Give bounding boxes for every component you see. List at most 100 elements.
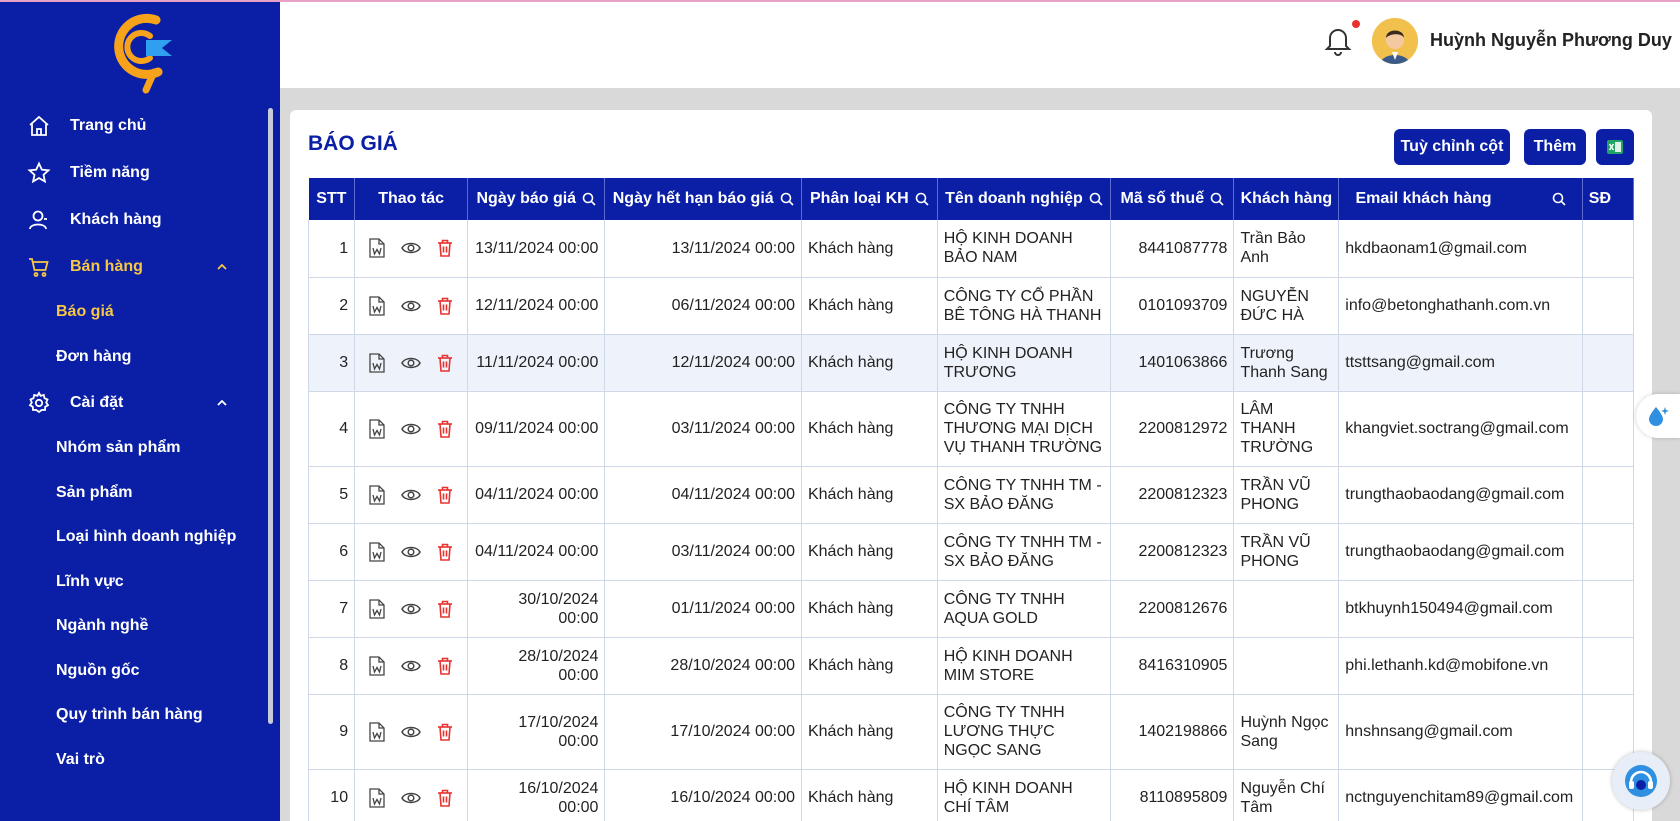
trash-icon[interactable]: [437, 354, 453, 372]
sidebar-subitem-industry[interactable]: Ngành nghề: [0, 604, 268, 649]
word-file-icon[interactable]: [369, 598, 385, 619]
cell-tax-code: 2200812323: [1110, 523, 1235, 581]
eye-icon[interactable]: [401, 725, 421, 739]
eye-icon[interactable]: [401, 299, 421, 313]
col-header-email[interactable]: Email khách hàng: [1338, 178, 1583, 220]
trash-icon[interactable]: [437, 543, 453, 561]
star-icon: [26, 160, 52, 186]
floating-tool-button[interactable]: [1636, 394, 1680, 438]
col-header-phone[interactable]: SĐ: [1582, 178, 1634, 220]
export-excel-button[interactable]: [1596, 129, 1634, 165]
cell-actions: [354, 466, 469, 524]
sidebar-subitem-quote[interactable]: Báo giá: [0, 290, 268, 335]
table-row[interactable]: 6 04/11/2024 00:00 03/11/2024 00:00 Khác…: [308, 523, 1634, 581]
search-icon[interactable]: [780, 192, 794, 206]
water-drop-icon: [1649, 407, 1669, 426]
eye-icon[interactable]: [401, 545, 421, 559]
search-icon[interactable]: [582, 192, 596, 206]
cell-stt: 3: [308, 334, 356, 392]
col-header-stt[interactable]: STT: [308, 178, 356, 220]
table-row[interactable]: 8 28/10/2024 00:00 28/10/2024 00:00 Khác…: [308, 637, 1634, 695]
cell-tax-code: 8416310905: [1110, 637, 1235, 695]
sidebar-subitem-sales-process[interactable]: Quy trình bán hàng: [0, 693, 268, 738]
eye-icon[interactable]: [401, 488, 421, 502]
word-file-icon[interactable]: [369, 238, 385, 258]
trash-icon[interactable]: [437, 420, 453, 438]
sidebar-scrollbar[interactable]: [268, 108, 273, 724]
table-row[interactable]: 9 17/10/2024 00:00 17/10/2024 00:00 Khác…: [308, 694, 1634, 770]
sidebar-subitem-role[interactable]: Vai trò: [0, 738, 268, 783]
word-file-icon[interactable]: [369, 418, 385, 439]
search-icon[interactable]: [1210, 192, 1224, 206]
table-row[interactable]: 1 13/11/2024 00:00 13/11/2024 00:00 Khác…: [308, 220, 1634, 278]
cell-tax-code: 1401063866: [1110, 334, 1235, 392]
word-file-icon[interactable]: [369, 352, 385, 373]
search-icon[interactable]: [1089, 192, 1103, 206]
sidebar-item-label: Bán hàng: [70, 257, 143, 275]
trash-icon[interactable]: [437, 600, 453, 618]
sidebar-subitem-product-group[interactable]: Nhóm sản phẩm: [0, 426, 268, 471]
eye-icon[interactable]: [401, 241, 421, 255]
col-header-expiry-date[interactable]: Ngày hết hạn báo giá: [604, 178, 802, 220]
cell-company: HỘ KINH DOANH BẢO NAM: [937, 220, 1112, 278]
eye-icon[interactable]: [401, 791, 421, 805]
word-file-icon[interactable]: [369, 484, 385, 505]
cell-company: HỘ KINH DOANH MIM STORE: [937, 637, 1112, 695]
table-row[interactable]: 5 04/11/2024 00:00 04/11/2024 00:00 Khác…: [308, 466, 1634, 524]
trash-icon[interactable]: [437, 239, 453, 258]
word-file-icon[interactable]: [369, 541, 385, 562]
user-icon: [26, 207, 52, 233]
word-file-icon[interactable]: [369, 655, 385, 676]
add-button[interactable]: Thêm: [1524, 129, 1586, 165]
col-header-customer-type[interactable]: Phân loại KH: [801, 178, 938, 220]
sidebar-item-settings[interactable]: Cài đặt: [0, 379, 268, 426]
cell-company: CÔNG TY TNHH TM - SX BẢO ĐĂNG: [937, 523, 1112, 581]
sidebar-item-sales[interactable]: Bán hàng: [0, 243, 268, 290]
sidebar-subitem-source[interactable]: Nguồn gốc: [0, 649, 268, 694]
sidebar-subitem-field[interactable]: Lĩnh vực: [0, 560, 268, 605]
helpdesk-button[interactable]: [1612, 752, 1670, 810]
trash-icon[interactable]: [437, 789, 453, 807]
avatar[interactable]: [1372, 18, 1418, 64]
chevron-up-icon[interactable]: [216, 261, 228, 273]
eye-icon[interactable]: [401, 422, 421, 436]
cell-expiry-date: 16/10/2024 00:00: [604, 769, 802, 821]
chevron-up-icon[interactable]: [216, 397, 228, 409]
sidebar-item-home[interactable]: Trang chủ: [0, 102, 268, 149]
sidebar-subitem-business-type[interactable]: Loại hình doanh nghiệp: [0, 515, 268, 560]
col-header-customer[interactable]: Khách hàng: [1233, 178, 1340, 220]
col-header-tax-code[interactable]: Mã số thuế: [1110, 178, 1235, 220]
cell-phone: [1582, 580, 1634, 638]
col-header-company[interactable]: Tên doanh nghiệp: [937, 178, 1112, 220]
bell-icon[interactable]: [1324, 24, 1352, 56]
sidebar-item-customers[interactable]: Khách hàng: [0, 196, 268, 243]
cell-customer: NGUYỄN ĐỨC HÀ: [1233, 277, 1340, 335]
word-file-icon[interactable]: [369, 721, 385, 742]
trash-icon[interactable]: [437, 657, 453, 675]
brand-logo-icon[interactable]: [106, 10, 178, 94]
customize-columns-button[interactable]: Tuỳ chỉnh cột: [1394, 129, 1510, 165]
eye-icon[interactable]: [401, 659, 421, 673]
sidebar-item-potential[interactable]: Tiềm năng: [0, 149, 268, 196]
table-row[interactable]: 2 12/11/2024 00:00 06/11/2024 00:00 Khác…: [308, 277, 1634, 335]
eye-icon[interactable]: [401, 356, 421, 370]
user-name[interactable]: Huỳnh Nguyễn Phương Duy: [1430, 30, 1672, 51]
cell-actions: [354, 277, 469, 335]
trash-icon[interactable]: [437, 723, 453, 741]
quote-table-container[interactable]: STT Thao tác Ngày báo giá Ngày hết hạn b…: [308, 178, 1634, 821]
col-header-quote-date[interactable]: Ngày báo giá: [467, 178, 606, 220]
table-row[interactable]: 10 16/10/2024 00:00 16/10/2024 00:00 Khá…: [308, 769, 1634, 821]
search-icon[interactable]: [1552, 192, 1566, 206]
quote-table: STT Thao tác Ngày báo giá Ngày hết hạn b…: [308, 178, 1634, 821]
trash-icon[interactable]: [437, 297, 453, 315]
eye-icon[interactable]: [401, 602, 421, 616]
table-row[interactable]: 7 30/10/2024 00:00 01/11/2024 00:00 Khác…: [308, 580, 1634, 638]
word-file-icon[interactable]: [369, 295, 385, 316]
search-icon[interactable]: [915, 192, 929, 206]
table-row[interactable]: 4 09/11/2024 00:00 03/11/2024 00:00 Khác…: [308, 391, 1634, 467]
table-row[interactable]: 3 11/11/2024 00:00 12/11/2024 00:00 Khác…: [308, 334, 1634, 392]
word-file-icon[interactable]: [369, 787, 385, 808]
sidebar-subitem-product[interactable]: Sản phẩm: [0, 471, 268, 516]
sidebar-subitem-order[interactable]: Đơn hàng: [0, 335, 268, 380]
trash-icon[interactable]: [437, 486, 453, 504]
